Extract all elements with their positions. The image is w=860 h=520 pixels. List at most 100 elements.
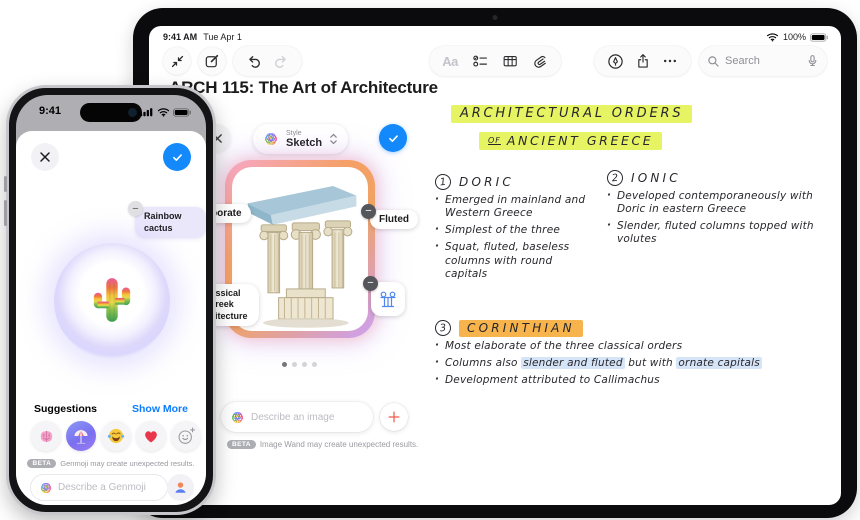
genmoji-close-button[interactable]	[31, 143, 59, 171]
beta-text: Image Wand may create unexpected results…	[259, 440, 419, 449]
style-picker[interactable]: Style Sketch	[253, 124, 349, 154]
hw-name-ionic: IONIC	[631, 171, 681, 185]
hw-bullet: Squat, fluted, baseless columns with rou…	[435, 240, 593, 280]
dynamic-island	[80, 103, 142, 122]
ipad-notes-app: 9:41 AM Tue Apr 1 100% Aa Search ARCH 11…	[149, 26, 841, 505]
person-icon	[175, 482, 186, 493]
redo-icon	[275, 56, 286, 68]
ipad-camera	[492, 15, 498, 20]
undo-button[interactable]	[246, 53, 262, 69]
genmoji-confirm-button[interactable]	[163, 143, 191, 171]
add-image-button[interactable]	[380, 403, 408, 431]
checklist-icon	[472, 55, 487, 67]
image-wand-beta-note: BETA Image Wand may create unexpected re…	[227, 440, 418, 449]
checkmark-icon	[172, 153, 182, 161]
hw-name-doric: DORIC	[459, 175, 514, 189]
hw-bullet: Columns also slender and fluted but with…	[435, 356, 787, 370]
brain-icon	[40, 430, 52, 442]
remove-tag-fluted-button[interactable]: −	[361, 204, 376, 219]
remove-sketch-tag-button[interactable]: −	[363, 276, 378, 291]
compose-icon	[205, 54, 219, 68]
hw-section-doric: 1 DORIC Emerged in mainland and Western …	[434, 173, 593, 285]
genmoji-sheet: − Rainbow cactus Suggestions Show More B…	[16, 131, 206, 505]
hw-number-2: 2	[606, 169, 624, 187]
hw-bullet: Development attributed to Callimachus	[435, 373, 787, 387]
iphone-device: 9:41 − Rainbow cactus Suggestions Show M…	[4, 85, 216, 515]
genmoji-preview-glow	[54, 243, 170, 359]
text-format-button[interactable]: Aa	[442, 54, 458, 69]
search-input[interactable]	[725, 55, 795, 67]
search-icon	[708, 55, 719, 67]
describe-image-input[interactable]	[251, 411, 359, 423]
remove-genmoji-tag-button[interactable]: −	[128, 201, 143, 216]
genmoji-ai-icon	[40, 482, 52, 493]
hw-heading-line1: ARCHITECTURAL ORDERS	[451, 105, 693, 123]
tag-rainbow-cactus[interactable]: Rainbow cactus	[135, 207, 206, 239]
close-icon	[40, 152, 50, 162]
battery-icon	[173, 107, 191, 117]
checklist-button[interactable]	[472, 53, 488, 69]
ipad-status-time: 9:41 AM	[163, 32, 198, 42]
suggestion-joy-emoji[interactable]	[101, 421, 131, 451]
style-value: Sketch	[286, 136, 323, 149]
attach-button[interactable]	[532, 53, 548, 69]
paperclip-icon	[533, 55, 546, 68]
note-title: ARCH 115: The Art of Architecture	[169, 78, 438, 97]
tag-fluted[interactable]: Fluted	[370, 210, 418, 229]
dictation-mic-icon[interactable]	[806, 54, 819, 68]
battery-icon	[810, 32, 828, 42]
format-tools-group: Aa	[429, 46, 561, 76]
describe-genmoji-field[interactable]	[30, 474, 168, 501]
image-wand-confirm-button[interactable]	[379, 124, 407, 152]
beta-badge: BETA	[227, 440, 256, 449]
hw-bullet: Most elaborate of the three classical or…	[435, 339, 787, 353]
ipad-status-bar: 9:41 AM Tue Apr 1 100%	[163, 30, 829, 44]
sketch-column-icon	[380, 291, 396, 308]
iphone-genmoji-sheet: 9:41 − Rainbow cactus Suggestions Show M…	[16, 95, 206, 505]
show-more-link[interactable]: Show More	[132, 403, 188, 415]
beta-badge: BETA	[27, 459, 57, 468]
share-icon	[638, 54, 648, 68]
ipad-device: 9:41 AM Tue Apr 1 100% Aa Search ARCH 11…	[133, 8, 857, 518]
share-button[interactable]	[635, 53, 651, 69]
volume-up-button	[4, 176, 7, 192]
collapse-button[interactable]	[163, 47, 191, 75]
more-button[interactable]	[662, 53, 678, 69]
compose-button[interactable]	[198, 47, 226, 75]
undo-redo-group	[233, 46, 302, 76]
suggestion-brain-emoji[interactable]	[31, 421, 61, 451]
genmoji-beta-note: BETA Genmoji may create unexpected resul…	[16, 459, 206, 468]
iphone-status-time: 9:41	[39, 105, 62, 117]
describe-genmoji-input[interactable]	[58, 482, 154, 493]
hw-highlight-blue: slender and fluted	[521, 357, 625, 370]
front-camera	[128, 108, 137, 117]
suggestion-umbrella-genmoji[interactable]	[66, 421, 96, 451]
chevron-up-down-icon	[330, 133, 337, 145]
search-field[interactable]	[699, 46, 827, 76]
plus-icon	[388, 411, 400, 423]
markup-pen-icon	[608, 53, 623, 69]
undo-icon	[249, 56, 260, 68]
ipad-status-date: Tue Apr 1	[203, 32, 242, 42]
hw-number-1: 1	[434, 173, 452, 191]
table-button[interactable]	[502, 53, 518, 69]
wifi-icon	[766, 33, 779, 42]
table-icon	[503, 56, 517, 67]
suggestion-heart-emoji[interactable]	[136, 421, 166, 451]
new-genmoji-button[interactable]	[171, 421, 201, 451]
describe-image-field[interactable]	[221, 402, 373, 432]
add-emoji-icon	[178, 427, 195, 444]
genmoji-suggestions-row	[31, 421, 201, 451]
style-label: Style	[286, 129, 302, 137]
image-variants-pager[interactable]	[282, 362, 317, 367]
notes-toolbar: Aa	[163, 46, 827, 78]
redo-button[interactable]	[273, 53, 289, 69]
iphone-status-bar: 9:41	[16, 103, 206, 122]
hw-highlight-blue: ornate capitals	[676, 357, 762, 370]
hw-of: OF	[488, 136, 501, 145]
red-heart-icon	[145, 431, 157, 443]
collapse-icon	[171, 55, 183, 67]
person-genmoji-button[interactable]	[167, 474, 194, 501]
markup-button[interactable]	[607, 53, 624, 70]
cellular-signal-icon	[140, 108, 153, 117]
